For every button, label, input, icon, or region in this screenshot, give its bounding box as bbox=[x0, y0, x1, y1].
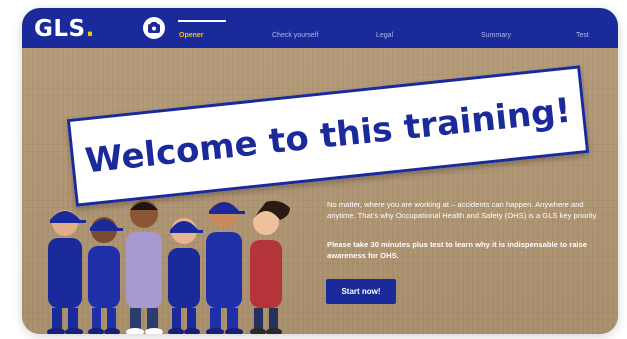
team-member-2 bbox=[88, 217, 123, 334]
team-member-1 bbox=[47, 210, 86, 334]
team-member-6 bbox=[250, 200, 290, 334]
team-member-5 bbox=[206, 200, 245, 334]
tab-summary[interactable]: Summary bbox=[481, 32, 511, 39]
team-member-3 bbox=[126, 200, 163, 334]
top-nav-bar: GLS. Opener Check yourself Legal Summary… bbox=[22, 8, 618, 48]
start-now-button[interactable]: Start now! bbox=[326, 279, 396, 304]
team-member-4 bbox=[168, 218, 203, 334]
tab-opener[interactable]: Opener bbox=[179, 32, 204, 39]
training-window: GLS. Opener Check yourself Legal Summary… bbox=[22, 8, 618, 334]
progress-indicator bbox=[178, 20, 226, 22]
tab-test[interactable]: Test bbox=[576, 32, 589, 39]
logo-text: GLS bbox=[34, 16, 86, 42]
course-badge-icon[interactable] bbox=[143, 17, 165, 39]
cartoon-team-illustration bbox=[47, 200, 290, 334]
intro-emphasis-text: Please take 30 minutes plus test to lear… bbox=[327, 240, 587, 260]
intro-text: No matter, where you are working at – ac… bbox=[327, 200, 598, 220]
tab-check-yourself[interactable]: Check yourself bbox=[272, 32, 318, 39]
tab-legal[interactable]: Legal bbox=[376, 32, 393, 39]
gls-logo[interactable]: GLS. bbox=[34, 16, 95, 42]
logo-dot: . bbox=[85, 16, 95, 42]
